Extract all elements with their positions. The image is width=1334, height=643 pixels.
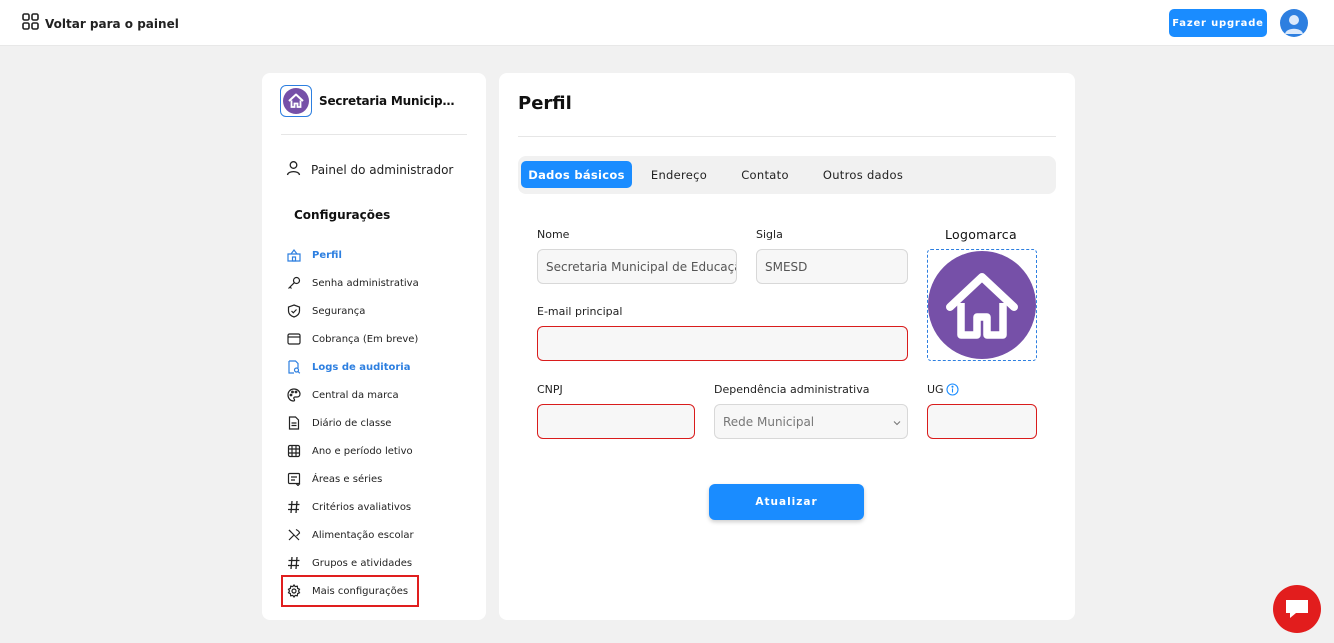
menu-item-perfil[interactable]: Perfil [285, 241, 475, 269]
dependencia-label: Dependência administrativa [714, 383, 870, 396]
list-doc-icon [287, 472, 301, 486]
grid-icon [22, 13, 39, 34]
hash-icon [287, 500, 301, 514]
user-icon [1285, 15, 1303, 34]
org-header: Secretaria Municipal de Educação [280, 85, 459, 117]
profile-panel: Perfil Dados básicos Endereço Contato Ou… [499, 73, 1075, 620]
school-icon [287, 248, 301, 262]
update-button[interactable]: Atualizar [709, 484, 864, 520]
profile-tabs: Dados básicos Endereço Contato Outros da… [518, 156, 1056, 194]
menu-item-label: Logs de auditoria [312, 361, 411, 373]
tab-outros-dados[interactable]: Outros dados [813, 161, 913, 188]
sigla-label: Sigla [756, 228, 783, 241]
menu-item-mais-configuracoes[interactable]: Mais configurações [281, 575, 419, 607]
menu-item-label: Segurança [312, 305, 366, 317]
page-title: Perfil [518, 93, 572, 114]
menu-item-label: Senha administrativa [312, 277, 419, 289]
divider [518, 136, 1056, 137]
menu-item-label: Cobrança (Em breve) [312, 333, 419, 345]
document-icon [287, 416, 301, 430]
chat-button[interactable] [1273, 585, 1321, 633]
key-icon [287, 276, 301, 290]
logo-label: Logomarca [945, 227, 1017, 242]
dependencia-value: Rede Municipal [723, 414, 815, 429]
cnpj-label: CNPJ [537, 383, 563, 396]
menu-item-grupos[interactable]: Grupos e atividades [285, 549, 475, 577]
menu-item-marca[interactable]: Central da marca [285, 381, 475, 409]
menu-item-label: Áreas e séries [312, 473, 383, 485]
menu-item-label: Ano e período letivo [312, 445, 413, 457]
chevron-down-icon [893, 415, 901, 429]
tab-dados-basicos[interactable]: Dados básicos [521, 161, 632, 188]
house-icon [283, 88, 309, 114]
dependencia-select[interactable]: Rede Municipal [714, 404, 908, 439]
org-logo [280, 85, 312, 117]
calendar-icon [287, 444, 301, 458]
menu-item-label: Critérios avaliativos [312, 501, 412, 513]
email-label: E-mail principal [537, 305, 623, 318]
menu-item-senha[interactable]: Senha administrativa [285, 269, 475, 297]
menu-item-criterios[interactable]: Critérios avaliativos [285, 493, 475, 521]
tab-contato[interactable]: Contato [728, 161, 802, 188]
settings-sidebar: Secretaria Municipal de Educação Painel … [262, 73, 486, 620]
org-name: Secretaria Municipal de Educação [319, 94, 459, 108]
upgrade-button[interactable]: Fazer upgrade [1169, 9, 1267, 37]
audit-doc-icon [287, 360, 301, 374]
admin-panel-label: Painel do administrador [311, 163, 454, 177]
divider [281, 134, 467, 135]
nome-label: Nome [537, 228, 570, 241]
admin-panel-link[interactable]: Painel do administrador [286, 160, 453, 180]
menu-item-logs[interactable]: Logs de auditoria [285, 353, 475, 381]
menu-item-label: Diário de classe [312, 417, 392, 429]
gear-icon [287, 584, 301, 598]
top-bar: Voltar para o painel Fazer upgrade [0, 0, 1334, 46]
settings-menu: Perfil Senha administrativa Segurança Co… [281, 241, 475, 607]
person-icon [286, 160, 301, 180]
logo-upload[interactable] [927, 249, 1037, 361]
ug-input[interactable] [927, 404, 1037, 439]
utensils-icon [287, 528, 301, 542]
sigla-input[interactable]: SMESD [756, 249, 908, 284]
info-icon[interactable] [946, 381, 959, 400]
menu-item-seguranca[interactable]: Segurança [285, 297, 475, 325]
menu-item-areas[interactable]: Áreas e séries [285, 465, 475, 493]
shield-icon [287, 304, 301, 318]
menu-item-label: Central da marca [312, 389, 399, 401]
back-to-dashboard-link[interactable]: Voltar para o painel [22, 13, 179, 34]
nome-input[interactable]: Secretaria Municipal de Educação [537, 249, 737, 284]
section-title: Configurações [294, 208, 391, 222]
hash-icon [287, 556, 301, 570]
house-icon [928, 251, 1036, 359]
menu-item-cobranca[interactable]: Cobrança (Em breve) [285, 325, 475, 353]
back-label: Voltar para o painel [45, 16, 179, 31]
billing-window-icon [287, 332, 301, 346]
menu-item-alimentacao[interactable]: Alimentação escolar [285, 521, 475, 549]
email-input[interactable] [537, 326, 908, 361]
palette-icon [287, 388, 301, 402]
menu-item-label: Mais configurações [312, 585, 409, 597]
menu-item-label: Perfil [312, 249, 342, 261]
user-avatar[interactable] [1280, 9, 1308, 37]
menu-item-label: Alimentação escolar [312, 529, 414, 541]
menu-item-diario[interactable]: Diário de classe [285, 409, 475, 437]
menu-item-label: Grupos e atividades [312, 557, 413, 569]
ug-label: UG [927, 383, 944, 396]
tab-endereco[interactable]: Endereço [640, 161, 718, 188]
chat-icon [1286, 600, 1308, 618]
menu-item-ano[interactable]: Ano e período letivo [285, 437, 475, 465]
cnpj-input[interactable] [537, 404, 695, 439]
